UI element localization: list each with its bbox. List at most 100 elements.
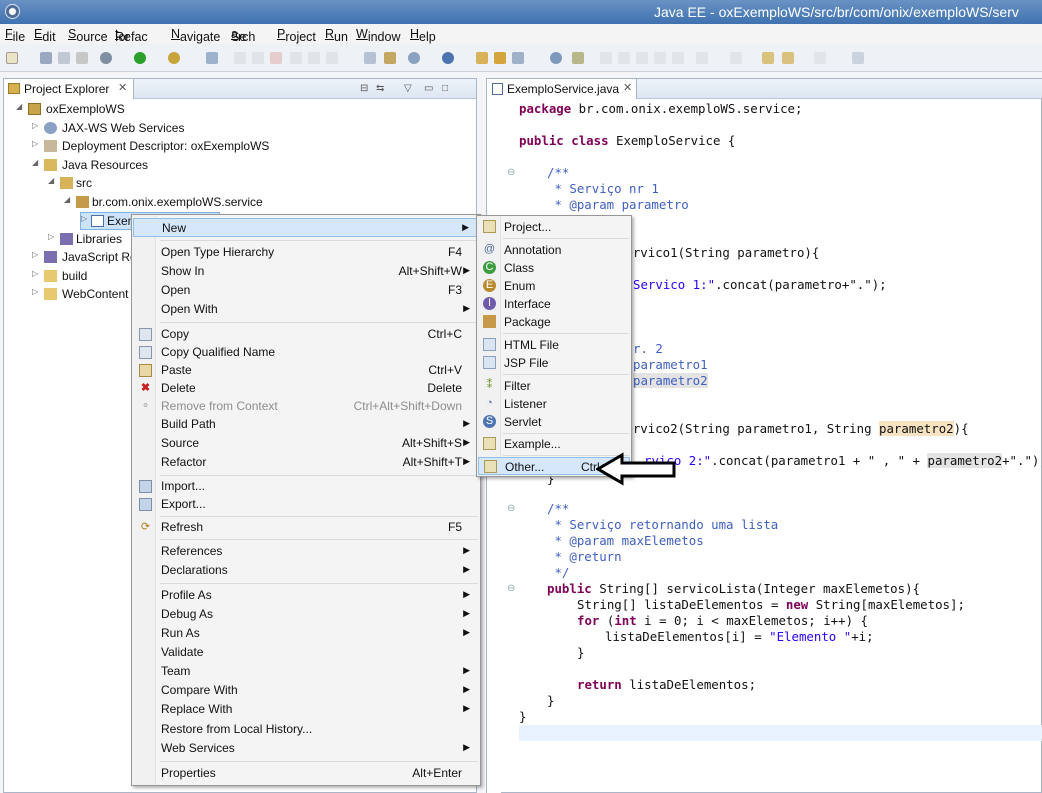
code-line[interactable]: package br.com.onix.exemploWS.service; [519,101,802,116]
code-line[interactable]: rvico 2:".concat(parametro1 + " , " + pa… [644,453,1042,468]
menu-item-source[interactable]: Source Alt+Shift+S ▶ [133,434,479,453]
menu-item-copy-qualified-name[interactable]: Copy Qualified Name [133,343,479,362]
tab-project-explorer[interactable]: Project Explorer ✕ [4,79,134,99]
menu-item-build-path[interactable]: Build Path ▶ [133,415,479,434]
run-icon[interactable] [134,52,146,64]
menu-item-team[interactable]: Team ▶ [133,662,479,681]
search-icon[interactable] [550,52,562,64]
print-icon[interactable] [76,52,88,64]
code-line[interactable]: g servico2(String parametro1, String par… [603,421,969,436]
menu-item-new[interactable]: New ▶ [133,218,479,237]
save-all-icon[interactable] [58,52,70,64]
menu-item-debug-as[interactable]: Debug As ▶ [133,605,479,624]
collapsed-arrow-icon[interactable]: ▷ [81,214,87,223]
submenu-item-interface[interactable]: I Interface [478,295,630,313]
code-line[interactable]: String[] listaDeElementos = new String[m… [577,597,965,612]
fold-icon[interactable]: ⊖ [507,583,515,594]
menu-item-properties[interactable]: Properties Alt+Enter [133,764,479,783]
menu-item-profile-as[interactable]: Profile As ▶ [133,586,479,605]
submenu-item-jsp-file[interactable]: JSP File [478,354,630,372]
menu-item-open-with[interactable]: Open With ▶ [133,300,479,319]
submenu-item-listener[interactable]: ◔ Listener [478,395,630,413]
save-icon[interactable] [40,52,52,64]
menu-item-replace-with[interactable]: Replace With ▶ [133,700,479,719]
submenu-item-example[interactable]: Example... [478,435,630,453]
menu-navigate[interactable]: Navigate [171,27,220,44]
code-line[interactable]: * @param maxElemetos [547,533,703,548]
code-line[interactable]: public class ExemploService { [519,133,735,148]
code-line[interactable]: listaDeElementos[i] = "Elemento "+i; [605,629,874,644]
pencil-icon[interactable] [512,52,524,64]
code-line[interactable]: * @param parametro [547,197,688,212]
code-line[interactable]: */ [547,565,569,580]
perspective-icon[interactable] [852,52,864,64]
collapse-all-icon[interactable]: ⊟ [360,83,368,94]
collapsed-arrow-icon[interactable]: ▷ [32,121,38,130]
fold-icon[interactable]: ⊖ [507,503,515,514]
menu-item-declarations[interactable]: Declarations ▶ [133,561,479,580]
menu-item-restore-local-history[interactable]: Restore from Local History... [133,720,479,739]
menu-run[interactable]: Run [325,27,348,44]
collapsed-arrow-icon[interactable]: ▷ [32,287,38,296]
code-line[interactable]: * Serviço retornando uma lista [547,517,778,532]
code-line[interactable]: /** [547,165,569,180]
minimize-icon[interactable]: ▭ [424,83,433,94]
server-icon[interactable] [364,52,376,64]
link-editor-icon[interactable]: ⇆ [376,83,384,94]
menu-item-run-as[interactable]: Run As ▶ [133,624,479,643]
task-icon[interactable] [572,52,584,64]
code-line[interactable]: r. 2 [633,341,663,356]
menu-item-paste[interactable]: Paste Ctrl+V [133,361,479,380]
code-line[interactable]: parametro1 [633,357,708,372]
menu-item-refresh[interactable]: ⟳ Refresh F5 [133,518,479,537]
collapsed-arrow-icon[interactable]: ▷ [32,269,38,278]
web-service-icon[interactable] [384,52,396,64]
view-menu-icon[interactable]: ▽ [404,83,412,94]
code-line[interactable]: } [519,709,526,724]
menu-item-web-services[interactable]: Web Services ▶ [133,739,479,758]
collapsed-arrow-icon[interactable]: ▷ [48,232,54,241]
last-edit-icon[interactable] [762,52,774,64]
code-line[interactable]: * @return [547,549,621,564]
menu-item-refactor[interactable]: Refactor Alt+Shift+T ▶ [133,453,479,472]
expanded-arrow-icon[interactable]: ◢ [16,102,22,111]
submenu-item-annotation[interactable]: @ Annotation [478,241,630,259]
menu-item-delete[interactable]: ✖ Delete Delete [133,379,479,398]
menu-item-copy[interactable]: Copy Ctrl+C [133,325,479,344]
menu-item-import[interactable]: Import... [133,477,479,496]
tab-exemplo-service[interactable]: ExemploService.java ✕ [487,79,637,99]
code-line[interactable]: public String[] servicoLista(Integer max… [547,581,920,596]
code-line[interactable]: * Serviço nr 1 [547,181,658,196]
new-class-icon[interactable] [442,52,454,64]
expanded-arrow-icon[interactable]: ◢ [64,195,70,204]
open-project-icon[interactable] [494,52,506,64]
collapsed-arrow-icon[interactable]: ▷ [32,250,38,259]
open-folder-icon[interactable] [476,52,488,64]
code-line[interactable]: Servico 1:".concat(parametro+"."); [633,277,887,292]
maximize-icon[interactable]: □ [442,83,448,94]
external-tools-icon[interactable] [168,52,180,64]
menu-file[interactable]: File [5,27,25,44]
submenu-item-class[interactable]: C Class [478,259,630,277]
fold-icon[interactable]: ⊖ [507,167,515,178]
new-icon[interactable] [6,52,18,64]
code-line[interactable]: for (int i = 0; i < maxElemetos; i++) { [577,613,868,628]
code-line[interactable]: /** [547,501,569,516]
menu-item-export[interactable]: Export... [133,495,479,514]
submenu-item-enum[interactable]: E Enum [478,277,630,295]
menu-help[interactable]: Help [410,27,436,44]
close-icon[interactable]: ✕ [623,81,632,94]
expanded-arrow-icon[interactable]: ◢ [48,176,54,185]
submenu-item-html-file[interactable]: HTML File [478,336,630,354]
menu-edit[interactable]: Edit [34,27,56,44]
collapsed-arrow-icon[interactable]: ▷ [32,139,38,148]
back-icon[interactable] [782,52,794,64]
menu-item-validate[interactable]: Validate [133,643,479,662]
menu-item-show-in[interactable]: Show In Alt+Shift+W ▶ [133,262,479,281]
code-line[interactable]: } [577,645,584,660]
submenu-item-filter[interactable]: ⁑ Filter [478,377,630,395]
submenu-item-servlet[interactable]: S Servlet [478,413,630,431]
close-icon[interactable]: ✕ [118,81,127,94]
code-line[interactable]: parametro2 [633,373,708,388]
debug-icon[interactable] [100,52,112,64]
